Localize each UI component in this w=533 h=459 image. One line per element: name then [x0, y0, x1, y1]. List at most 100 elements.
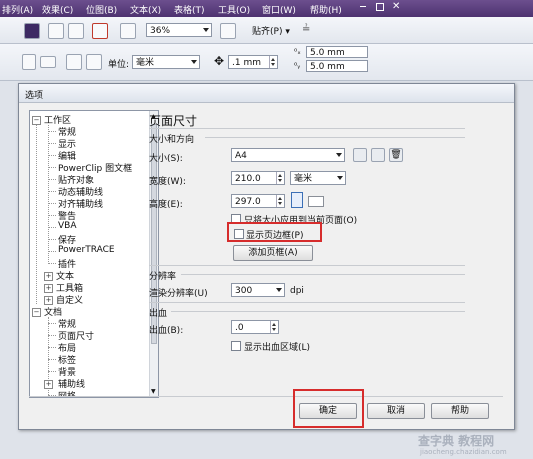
application-launcher-icon[interactable]: [92, 23, 108, 39]
portrait-orientation-icon[interactable]: [291, 192, 303, 208]
zoom-level-select[interactable]: 36%: [146, 23, 212, 37]
width-spinner[interactable]: [276, 172, 284, 184]
render-resolution-label: 渲染分辨率(U): [149, 289, 208, 299]
width-unit-select[interactable]: 毫米: [290, 171, 346, 185]
page-size-select[interactable]: A4: [231, 148, 345, 162]
duplicate-x-value: 5.0 mm: [310, 48, 345, 58]
bleed-value: .0: [235, 323, 244, 333]
menu-item-bitmaps[interactable]: 位图(B): [86, 3, 117, 16]
watermark-logo: 查字典 教程网: [418, 434, 495, 448]
menu-item-text[interactable]: 文本(X): [130, 3, 161, 16]
section-size-orientation: 大小和方向: [149, 135, 195, 145]
standard-toolbar: 36% 贴齐(P) ▾ ≟: [0, 17, 533, 44]
chevron-down-icon: [191, 60, 197, 64]
nudge-distance-value: .1 mm: [232, 58, 261, 68]
duplicate-y-field[interactable]: 5.0 mm: [306, 60, 368, 72]
welcome-screen-icon[interactable]: [120, 23, 136, 39]
show-bleed-area-checkbox[interactable]: [231, 341, 241, 351]
add-page-frame-button[interactable]: 添加页框(A): [233, 245, 313, 261]
height-spinner[interactable]: [276, 195, 284, 207]
property-bar: 单位: 毫米 ✥ .1 mm ⁰ₓ 5.0 mm ⁰ᵧ 5.0 mm: [0, 44, 533, 81]
portrait-icon[interactable]: [22, 54, 36, 70]
nudge-distance-field[interactable]: .1 mm: [228, 55, 278, 69]
nudge-spinner[interactable]: [269, 56, 277, 68]
units-value: 毫米: [136, 58, 155, 68]
landscape-icon[interactable]: [40, 56, 56, 68]
menu-bar: 排列(A) 效果(C) 位图(B) 文本(X) 表格(T) 工具(O) 窗口(W…: [0, 0, 533, 17]
bleed-spinner[interactable]: [270, 321, 278, 333]
landscape-orientation-icon[interactable]: [308, 196, 324, 207]
menu-item-help[interactable]: 帮助(H): [310, 3, 342, 16]
chevron-down-icon: [276, 288, 282, 292]
duplicate-y-value: 5.0 mm: [310, 62, 345, 72]
tree-item-powertrace[interactable]: PowerTRACE: [58, 245, 115, 255]
chevron-down-icon: [336, 153, 342, 157]
dialog-title: 选项: [25, 91, 44, 101]
expand-icon[interactable]: +: [44, 284, 53, 293]
delete-preset-icon[interactable]: 🗑: [389, 148, 403, 162]
size-label: 大小(S):: [149, 154, 183, 164]
full-screen-icon[interactable]: [220, 23, 236, 39]
options-category-tree[interactable]: − 工作区 常规 显示 编辑 PowerClip 图文框 贴齐对象 动态辅助线 …: [29, 110, 159, 398]
menu-item-arrange[interactable]: 排列(A): [2, 3, 33, 16]
watermark-url: jiaocheng.chazidian.com: [420, 448, 507, 456]
width-label: 宽度(W):: [149, 177, 186, 187]
minimize-icon[interactable]: [360, 6, 366, 7]
expand-icon[interactable]: +: [44, 296, 53, 305]
all-pages-icon[interactable]: [66, 54, 82, 70]
duplicate-x-icon: ⁰ₓ: [294, 47, 301, 56]
divider: [29, 396, 503, 397]
current-page-icon[interactable]: [86, 54, 102, 70]
units-label: 单位:: [108, 60, 130, 70]
dialog-title-bar[interactable]: 选项: [19, 84, 514, 103]
save-preset-icon[interactable]: [353, 148, 367, 162]
highlight-box-show-border: [227, 222, 322, 242]
menu-item-effects[interactable]: 效果(C): [42, 3, 73, 16]
tree-item-vba[interactable]: VBA: [58, 221, 77, 231]
duplicate-y-icon: ⁰ᵧ: [294, 61, 301, 70]
show-bleed-area-label: 显示出血区域(L): [244, 343, 311, 353]
snap-to-menu[interactable]: 贴齐(P) ▾: [252, 24, 290, 37]
chevron-down-icon: [337, 176, 343, 180]
render-resolution-select[interactable]: 300: [231, 283, 285, 297]
divider: [205, 137, 465, 138]
page-size-value: A4: [235, 151, 247, 161]
panel-title: 页面尺寸: [149, 114, 198, 128]
duplicate-x-field[interactable]: 5.0 mm: [306, 46, 368, 58]
help-button[interactable]: 帮助: [431, 403, 489, 419]
highlight-box-ok: [293, 389, 364, 428]
export-icon[interactable]: [68, 23, 84, 39]
options-icon[interactable]: ≟: [302, 24, 310, 35]
import-icon[interactable]: [48, 23, 64, 39]
height-label: 高度(E):: [149, 200, 183, 210]
preset-icon[interactable]: [371, 148, 385, 162]
bleed-label: 出血(B):: [149, 326, 184, 336]
close-icon[interactable]: ✕: [392, 1, 400, 12]
divider: [149, 128, 465, 129]
section-bleed: 出血: [149, 309, 168, 319]
divider: [149, 265, 465, 266]
section-resolution: 分辨率: [149, 272, 177, 282]
menu-item-table[interactable]: 表格(T): [174, 3, 205, 16]
chevron-down-icon: [203, 28, 209, 32]
bleed-field[interactable]: .0: [231, 320, 279, 334]
units-select[interactable]: 毫米: [132, 55, 200, 69]
render-resolution-unit: dpi: [290, 286, 304, 296]
restore-icon[interactable]: [376, 3, 384, 11]
expand-icon[interactable]: +: [44, 272, 53, 281]
corel-connect-icon[interactable]: [24, 23, 40, 39]
divider: [171, 311, 465, 312]
menu-item-tools[interactable]: 工具(O): [218, 3, 250, 16]
collapse-icon[interactable]: −: [32, 116, 41, 125]
width-field[interactable]: 210.0: [231, 171, 285, 185]
cancel-button[interactable]: 取消: [367, 403, 425, 419]
page-size-panel: 页面尺寸 大小和方向 大小(S): A4 🗑 宽度(W): 210.0 毫米 高…: [145, 108, 475, 398]
collapse-icon[interactable]: −: [32, 308, 41, 317]
divider: [181, 274, 465, 275]
snap-to-label: 贴齐(P): [252, 27, 283, 37]
height-value: 297.0: [235, 197, 261, 207]
width-unit-value: 毫米: [294, 174, 313, 184]
height-field[interactable]: 297.0: [231, 194, 285, 208]
menu-item-window[interactable]: 窗口(W): [262, 3, 296, 16]
expand-icon[interactable]: +: [44, 380, 53, 389]
